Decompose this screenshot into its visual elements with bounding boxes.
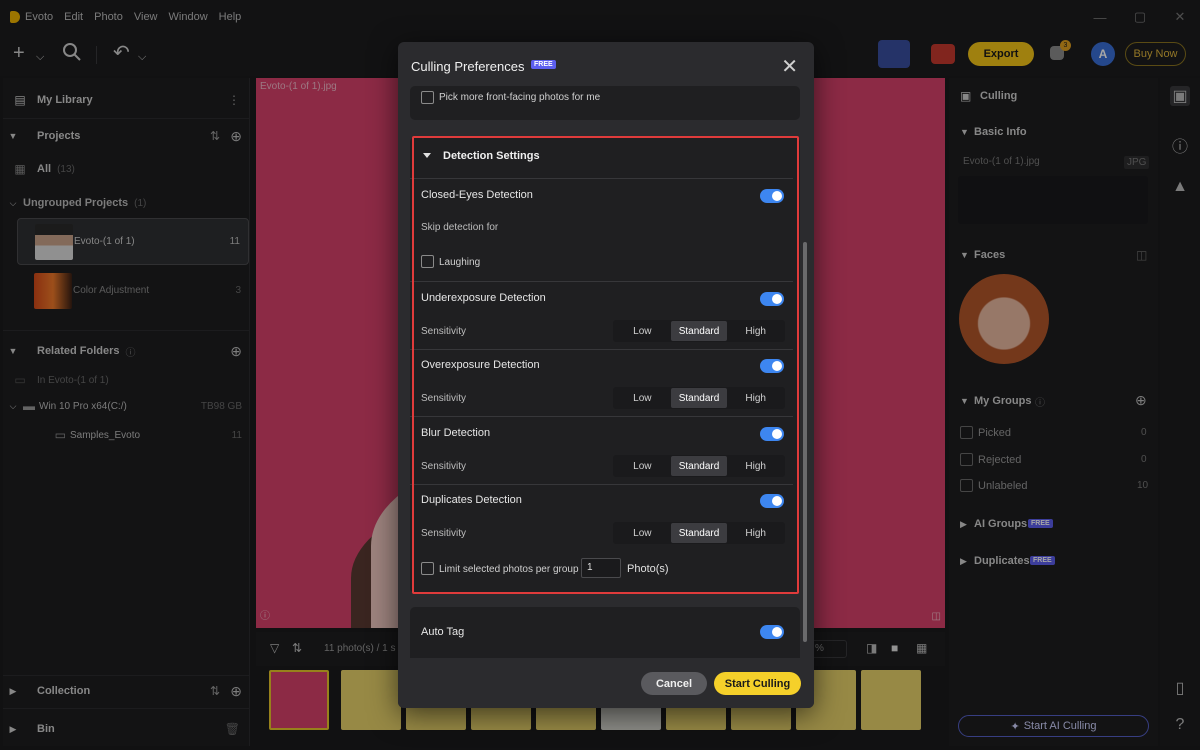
close-icon[interactable]: ✕ (781, 54, 798, 79)
front-facing-card: Pick more front-facing photos for me (410, 86, 800, 120)
dialog-scrollbar[interactable] (803, 242, 807, 642)
auto-tag-toggle[interactable] (760, 625, 784, 639)
front-facing-checkbox[interactable] (421, 91, 434, 104)
highlight-box (412, 136, 799, 594)
start-culling-button[interactable]: Start Culling (714, 672, 801, 695)
culling-preferences-dialog: Culling Preferences FREE ✕ Pick more fro… (398, 42, 814, 708)
front-facing-label: Pick more front-facing photos for me (439, 92, 601, 103)
free-badge: FREE (531, 60, 556, 69)
cancel-button[interactable]: Cancel (641, 672, 707, 695)
dialog-title: Culling Preferences (411, 59, 525, 74)
auto-tag-label: Auto Tag (421, 626, 465, 638)
